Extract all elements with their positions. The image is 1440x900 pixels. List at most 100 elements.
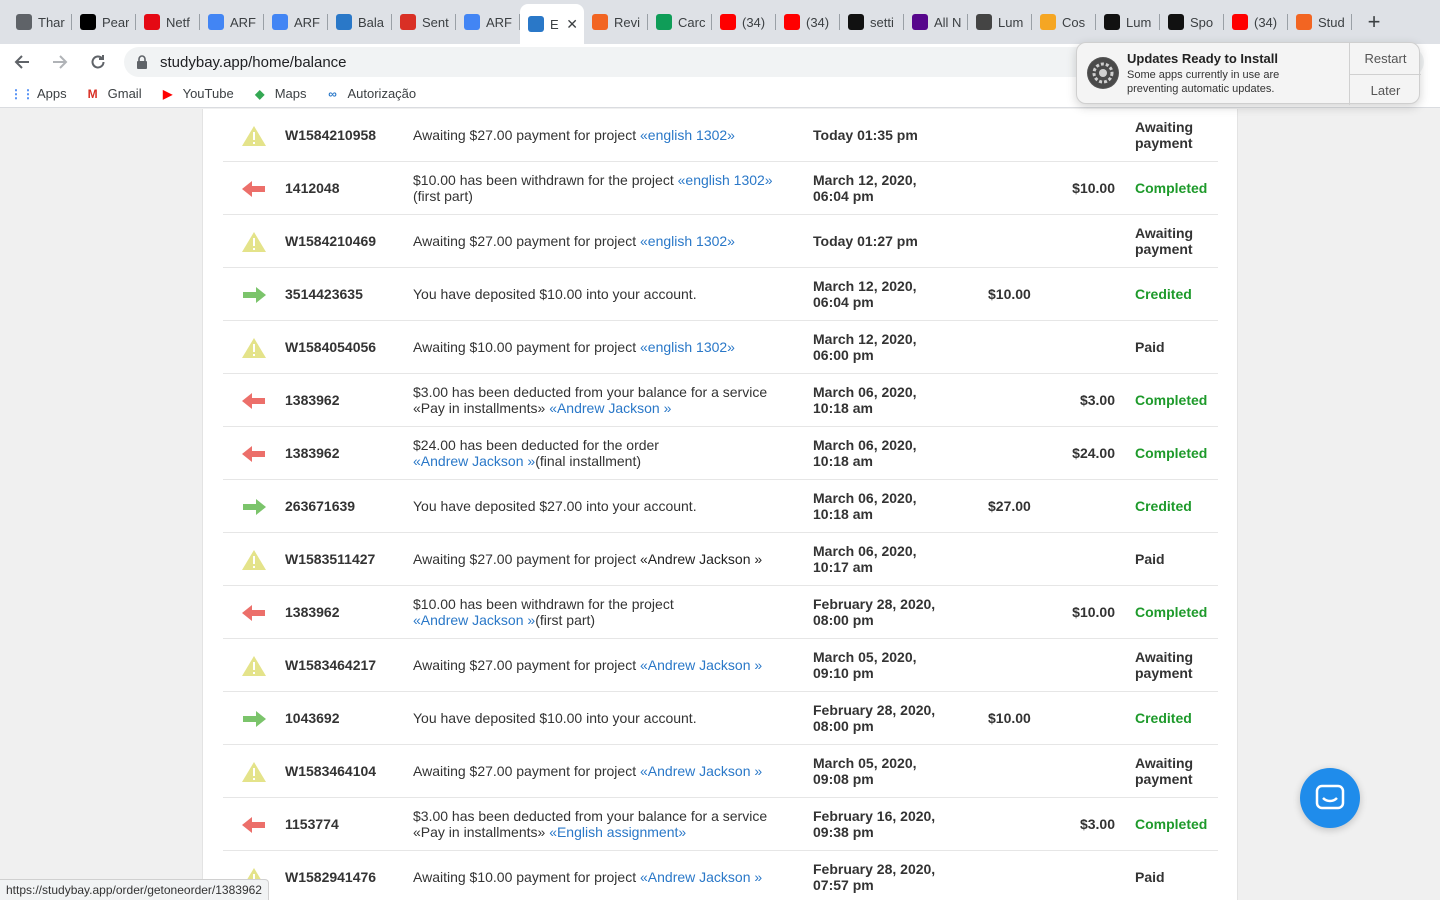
browser-tab[interactable]: ARF <box>200 4 264 40</box>
transaction-id: W1584054056 <box>285 339 377 355</box>
back-icon[interactable] <box>6 46 38 78</box>
tab-title: Lum <box>1126 14 1152 30</box>
table-row: W1583464104 Awaiting $27.00 payment for p… <box>223 745 1218 798</box>
description-text: You have deposited $27.00 into your acco… <box>413 498 697 514</box>
bookmark-item[interactable]: ⋮⋮ Apps <box>10 86 67 102</box>
project-link[interactable]: «Andrew Jackson » <box>640 763 762 779</box>
status-text: Credited <box>1135 710 1192 726</box>
later-button[interactable]: Later <box>1350 74 1421 105</box>
browser-tab[interactable]: Lum <box>968 4 1032 40</box>
bookmark-item[interactable]: ▶ YouTube <box>160 86 234 102</box>
project-link[interactable]: «english 1302» <box>640 233 735 249</box>
close-icon[interactable]: ✕ <box>566 16 578 33</box>
description-line: Awaiting $27.00 payment for project «And… <box>413 657 798 673</box>
forward-icon[interactable] <box>44 46 76 78</box>
restart-button[interactable]: Restart <box>1350 43 1421 74</box>
status-badge: Credited <box>1135 692 1219 744</box>
star-icon <box>592 14 608 30</box>
u-icon <box>1040 14 1056 30</box>
status-text: Credited <box>1135 286 1192 302</box>
time-line: 09:10 pm <box>813 665 874 681</box>
browser-tab[interactable]: ARF <box>264 4 328 40</box>
browser-tab[interactable]: Sent <box>392 4 456 40</box>
transaction-date: Today 01:35 pm <box>813 109 918 161</box>
project-link[interactable]: «Andrew Jackson » <box>640 869 762 885</box>
status-text: Completed <box>1135 604 1208 620</box>
arrow-left-icon <box>241 178 267 200</box>
browser-tab[interactable]: Netf <box>136 4 200 40</box>
project-link[interactable]: «Andrew Jackson » <box>640 657 762 673</box>
browser-tab[interactable]: Bala <box>328 4 392 40</box>
description-text: $3.00 has been deducted from your balanc… <box>413 384 768 400</box>
transaction-description: $3.00 has been deducted from your balanc… <box>413 374 798 426</box>
arrow-right-icon <box>241 284 267 306</box>
description-line: Awaiting $27.00 payment for project «eng… <box>413 127 798 143</box>
status-text: Awaiting <box>1135 649 1194 665</box>
status-badge: Awaiting payment <box>1135 215 1219 267</box>
transaction-description: Awaiting $27.00 payment for project «eng… <box>413 215 798 267</box>
lock-icon <box>136 55 150 69</box>
browser-tab[interactable]: Thar <box>8 4 72 40</box>
date-line: March 05, 2020, <box>813 755 917 771</box>
description-line: «Andrew Jackson »(first part) <box>413 612 798 628</box>
browser-tab[interactable]: Spo <box>1160 4 1224 40</box>
description-line: You have deposited $27.00 into your acco… <box>413 498 798 514</box>
browser-tab[interactable]: Cos <box>1032 4 1096 40</box>
browser-tab[interactable]: setti <box>840 4 904 40</box>
status-badge: Paid <box>1135 321 1219 373</box>
tab-title: Netf <box>166 14 190 30</box>
project-link[interactable]: «English assignment» <box>549 824 686 840</box>
table-row: W1584210958 Awaiting $27.00 payment for p… <box>223 109 1218 162</box>
transaction-description: Awaiting $10.00 payment for project «And… <box>413 851 798 900</box>
date-line: March 06, 2020, <box>813 384 917 400</box>
project-link[interactable]: «Andrew Jackson » <box>413 453 535 469</box>
project-link[interactable]: «Andrew Jackson » <box>549 400 671 416</box>
description-line: $24.00 has been deducted for the order <box>413 437 798 453</box>
transaction-id: 1153774 <box>285 816 339 832</box>
browser-tab[interactable]: All N <box>904 4 968 40</box>
time-line: 10:18 am <box>813 453 873 469</box>
browser-tab[interactable]: (34) <box>712 4 776 40</box>
reload-icon[interactable] <box>82 46 114 78</box>
transaction-description: You have deposited $27.00 into your acco… <box>413 480 798 532</box>
table-row: 1383962 $10.00 has been withdrawn for the… <box>223 586 1218 639</box>
date-line: March 06, 2020, <box>813 543 917 559</box>
status-text: Awaiting <box>1135 755 1194 771</box>
status-badge: Completed <box>1135 162 1219 214</box>
debit-amount: $24.00 <box>1072 445 1115 461</box>
time-line: 06:04 pm <box>813 294 874 310</box>
new-tab-icon[interactable]: + <box>1358 4 1390 40</box>
project-link[interactable]: «english 1302» <box>640 339 735 355</box>
credit-amount: $27.00 <box>988 498 1031 514</box>
chat-launcher-button[interactable] <box>1300 768 1360 828</box>
transaction-date: March 06, 2020, 10:18 am <box>813 427 917 479</box>
project-link[interactable]: «english 1302» <box>640 127 735 143</box>
status-text: Completed <box>1135 392 1208 408</box>
browser-tab[interactable]: ARF <box>456 4 520 40</box>
status-text: Paid <box>1135 339 1165 355</box>
debit-amount: $3.00 <box>1079 392 1115 408</box>
browser-tab[interactable]: Revi <box>584 4 648 40</box>
bookmark-item[interactable]: ◆ Maps <box>252 86 306 102</box>
status-badge: Paid <box>1135 851 1219 900</box>
browser-tab[interactable]: E ✕ <box>520 4 584 44</box>
bookmark-item[interactable]: M Gmail <box>85 86 142 102</box>
browser-tab[interactable]: Lum <box>1096 4 1160 40</box>
transaction-id: W1582941476 <box>285 869 377 885</box>
browser-tab[interactable]: Carc <box>648 4 712 40</box>
status-badge: Awaiting payment <box>1135 745 1219 797</box>
browser-tab[interactable]: Stud <box>1288 4 1352 40</box>
globe-icon <box>16 14 32 30</box>
netflix-icon <box>144 14 160 30</box>
project-link[interactable]: «Andrew Jackson » <box>413 612 535 628</box>
bookmark-item[interactable]: ∞ Autorização <box>324 86 416 102</box>
transaction-description: $10.00 has been withdrawn for the projec… <box>413 162 798 214</box>
project-link[interactable]: «english 1302» <box>678 172 773 188</box>
browser-tab[interactable]: (34) <box>776 4 840 40</box>
service-name: «Pay in installments» <box>413 824 550 840</box>
transaction-date: March 12, 2020, 06:00 pm <box>813 321 917 373</box>
browser-tab[interactable]: Pear <box>72 4 136 40</box>
tab-title: Pear <box>102 14 130 30</box>
description-line: Awaiting $10.00 payment for project «And… <box>413 869 798 885</box>
browser-tab[interactable]: (34) <box>1224 4 1288 40</box>
